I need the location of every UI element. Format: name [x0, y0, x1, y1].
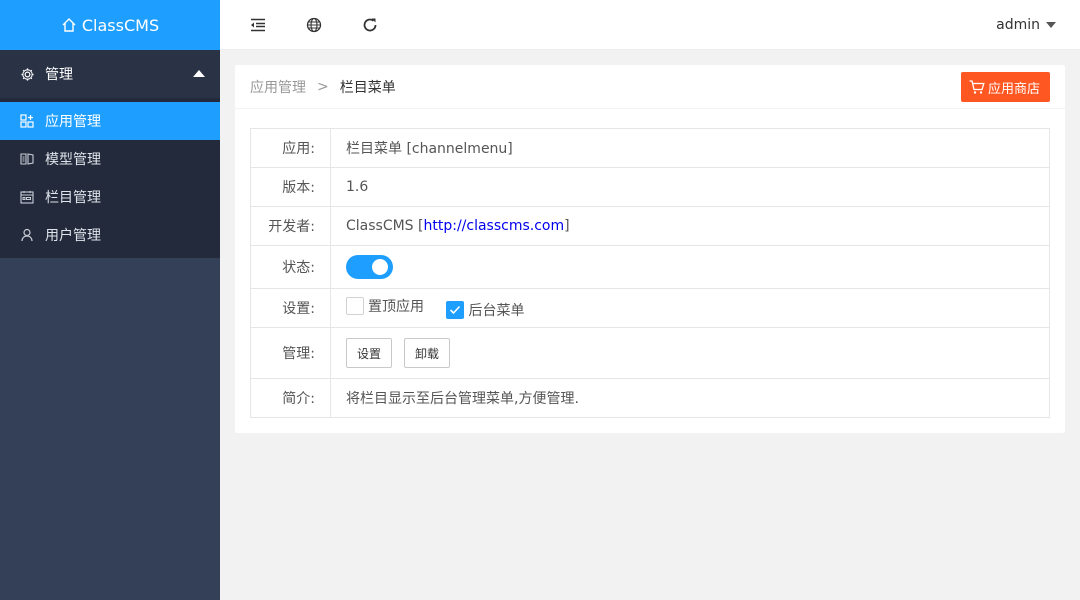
manage-value: 设置 卸载 — [330, 327, 1050, 379]
refresh-button[interactable] — [342, 0, 398, 50]
sidebar: ClassCMS 管理 应用管理 模型管理 栏目管理 用户管理 — [0, 0, 220, 600]
user-icon — [20, 228, 34, 242]
sidebar-group-label: 管理 — [45, 67, 73, 83]
intro-label: 简介: — [250, 378, 331, 418]
app-detail-card: 应用管理 > 栏目菜单 应用商店 应用: 栏目菜单 [channelmenu] … — [235, 65, 1065, 433]
sidebar-item-users[interactable]: 用户管理 — [0, 216, 220, 254]
settings-button[interactable]: 设置 — [346, 338, 393, 368]
table-row: 设置: 置顶应用 后台菜单 — [250, 288, 1050, 328]
table-row: 应用: 栏目菜单 [channelmenu] — [250, 128, 1050, 168]
refresh-icon — [363, 18, 377, 31]
breadcrumb: 应用管理 > 栏目菜单 应用商店 — [235, 65, 1065, 109]
version-value: 1.6 — [330, 167, 1050, 207]
breadcrumb-parent[interactable]: 应用管理 — [250, 77, 306, 97]
pin-app-label: 置顶应用 — [368, 299, 424, 315]
developer-bracket-close: ] — [564, 218, 570, 234]
app-label: 应用: — [250, 128, 331, 168]
pin-app-checkbox[interactable]: 置顶应用 — [346, 296, 424, 316]
calendar-icon — [20, 190, 34, 204]
breadcrumb-separator: > — [317, 78, 329, 95]
developer-label: 开发者: — [250, 206, 331, 246]
version-label: 版本: — [250, 167, 331, 207]
sidebar-item-label: 模型管理 — [45, 152, 101, 168]
cart-icon — [969, 79, 985, 94]
app-store-label: 应用商店 — [987, 81, 1040, 97]
table-row: 状态: — [250, 245, 1050, 289]
model-icon — [20, 152, 34, 166]
apps-icon — [20, 114, 34, 128]
admin-menu-checkbox[interactable]: 后台菜单 — [446, 300, 524, 320]
caret-up-icon — [193, 70, 205, 77]
sidebar-item-label: 用户管理 — [45, 228, 101, 244]
status-toggle[interactable] — [346, 255, 393, 279]
developer-name: ClassCMS — [346, 218, 414, 234]
sidebar-submenu: 应用管理 模型管理 栏目管理 用户管理 — [0, 98, 220, 258]
app-value: 栏目菜单 [channelmenu] — [330, 128, 1050, 168]
app-store-button[interactable]: 应用商店 — [960, 72, 1050, 102]
table-row: 开发者: ClassCMS [http://classcms.com] — [250, 206, 1050, 246]
check-icon — [450, 305, 461, 315]
website-button[interactable] — [286, 0, 342, 50]
home-icon — [62, 18, 76, 32]
checkbox-box — [446, 301, 465, 319]
logo-text: ClassCMS — [81, 15, 160, 35]
admin-menu-label: 后台菜单 — [468, 303, 525, 319]
gear-icon — [20, 67, 35, 82]
status-label: 状态: — [250, 245, 331, 289]
checkbox-box — [346, 297, 364, 315]
status-value — [330, 245, 1050, 289]
table-row: 管理: 设置 卸载 — [250, 327, 1050, 379]
app-info-table: 应用: 栏目菜单 [channelmenu] 版本: 1.6 开发者: Clas… — [250, 128, 1050, 418]
sidebar-item-label: 应用管理 — [45, 114, 101, 130]
settings-label: 设置: — [250, 288, 331, 328]
table-row: 版本: 1.6 — [250, 167, 1050, 207]
topbar: admin — [220, 0, 1080, 50]
developer-link[interactable]: http://classcms.com — [424, 218, 565, 234]
sidebar-group-manage[interactable]: 管理 — [0, 50, 220, 98]
sidebar-item-models[interactable]: 模型管理 — [0, 140, 220, 178]
intro-value: 将栏目显示至后台管理菜单,方便管理. — [330, 378, 1050, 418]
uninstall-button[interactable]: 卸载 — [404, 338, 451, 368]
logo[interactable]: ClassCMS — [0, 0, 220, 50]
table-row: 简介: 将栏目显示至后台管理菜单,方便管理. — [250, 378, 1050, 418]
toggle-knob — [372, 259, 388, 275]
indent-icon — [251, 18, 265, 31]
collapse-menu-button[interactable] — [230, 0, 286, 50]
manage-label: 管理: — [250, 327, 331, 379]
sidebar-item-label: 栏目管理 — [45, 190, 101, 206]
user-menu[interactable]: admin — [996, 0, 1056, 50]
breadcrumb-current: 栏目菜单 — [339, 79, 396, 96]
developer-value: ClassCMS [http://classcms.com] — [330, 206, 1050, 246]
sidebar-item-apps[interactable]: 应用管理 — [0, 102, 220, 140]
username: admin — [996, 17, 1040, 33]
caret-down-icon — [1046, 22, 1056, 28]
sidebar-item-channels[interactable]: 栏目管理 — [0, 178, 220, 216]
settings-value: 置顶应用 后台菜单 — [330, 288, 1050, 328]
globe-icon — [306, 17, 322, 32]
